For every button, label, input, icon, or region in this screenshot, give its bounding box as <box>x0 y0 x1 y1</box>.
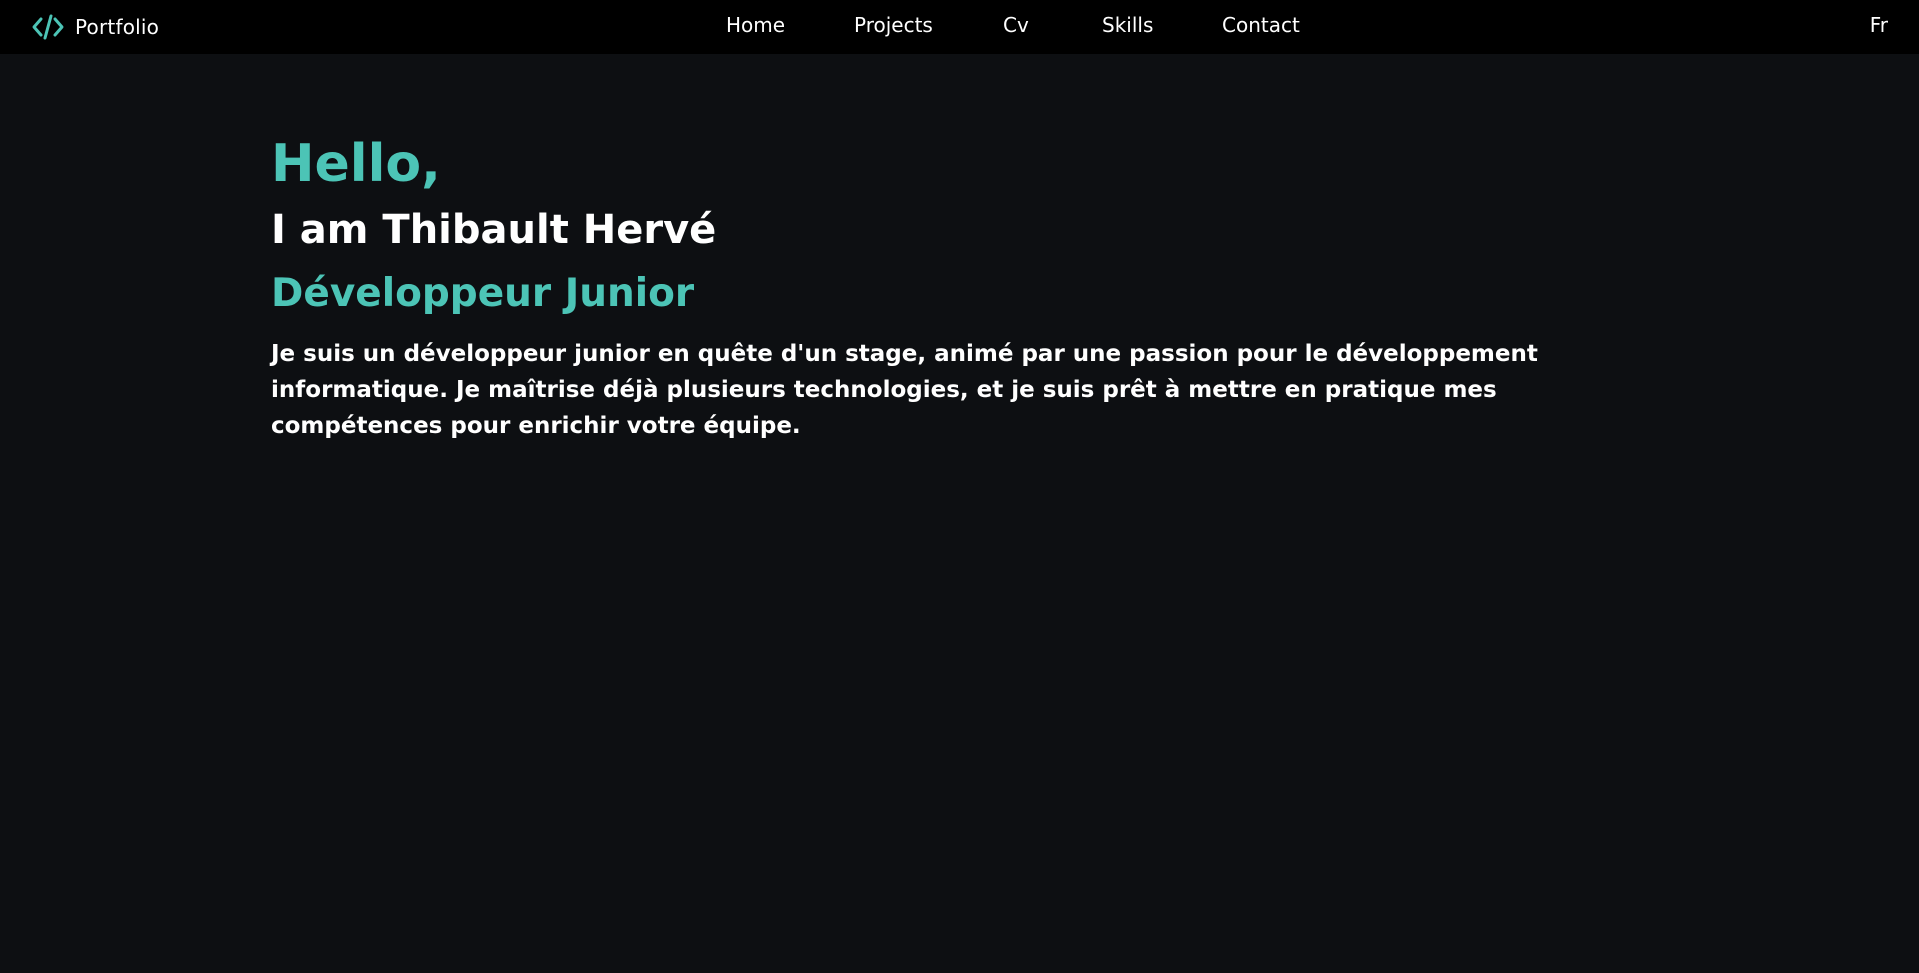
hero-section: Hello, I am Thibault Hervé Développeur J… <box>271 128 1561 444</box>
nav-link-skills[interactable]: Skills <box>1102 13 1153 37</box>
hero-name: I am Thibault Hervé <box>271 207 717 253</box>
hero-role: Développeur Junior <box>271 271 695 316</box>
hero-description: Je suis un développeur junior en quête d… <box>271 341 1538 439</box>
nav-link-contact[interactable]: Contact <box>1222 13 1300 37</box>
language-switch[interactable]: Fr <box>1870 13 1888 37</box>
main-nav: Home Projects Cv Skills Contact <box>0 0 1919 54</box>
nav-link-cv[interactable]: Cv <box>1003 13 1029 37</box>
hero-greeting: Hello, <box>271 134 441 194</box>
nav-link-projects[interactable]: Projects <box>854 13 933 37</box>
navbar: Portfolio Home Projects Cv Skills Contac… <box>0 0 1919 54</box>
nav-link-home[interactable]: Home <box>726 13 785 37</box>
